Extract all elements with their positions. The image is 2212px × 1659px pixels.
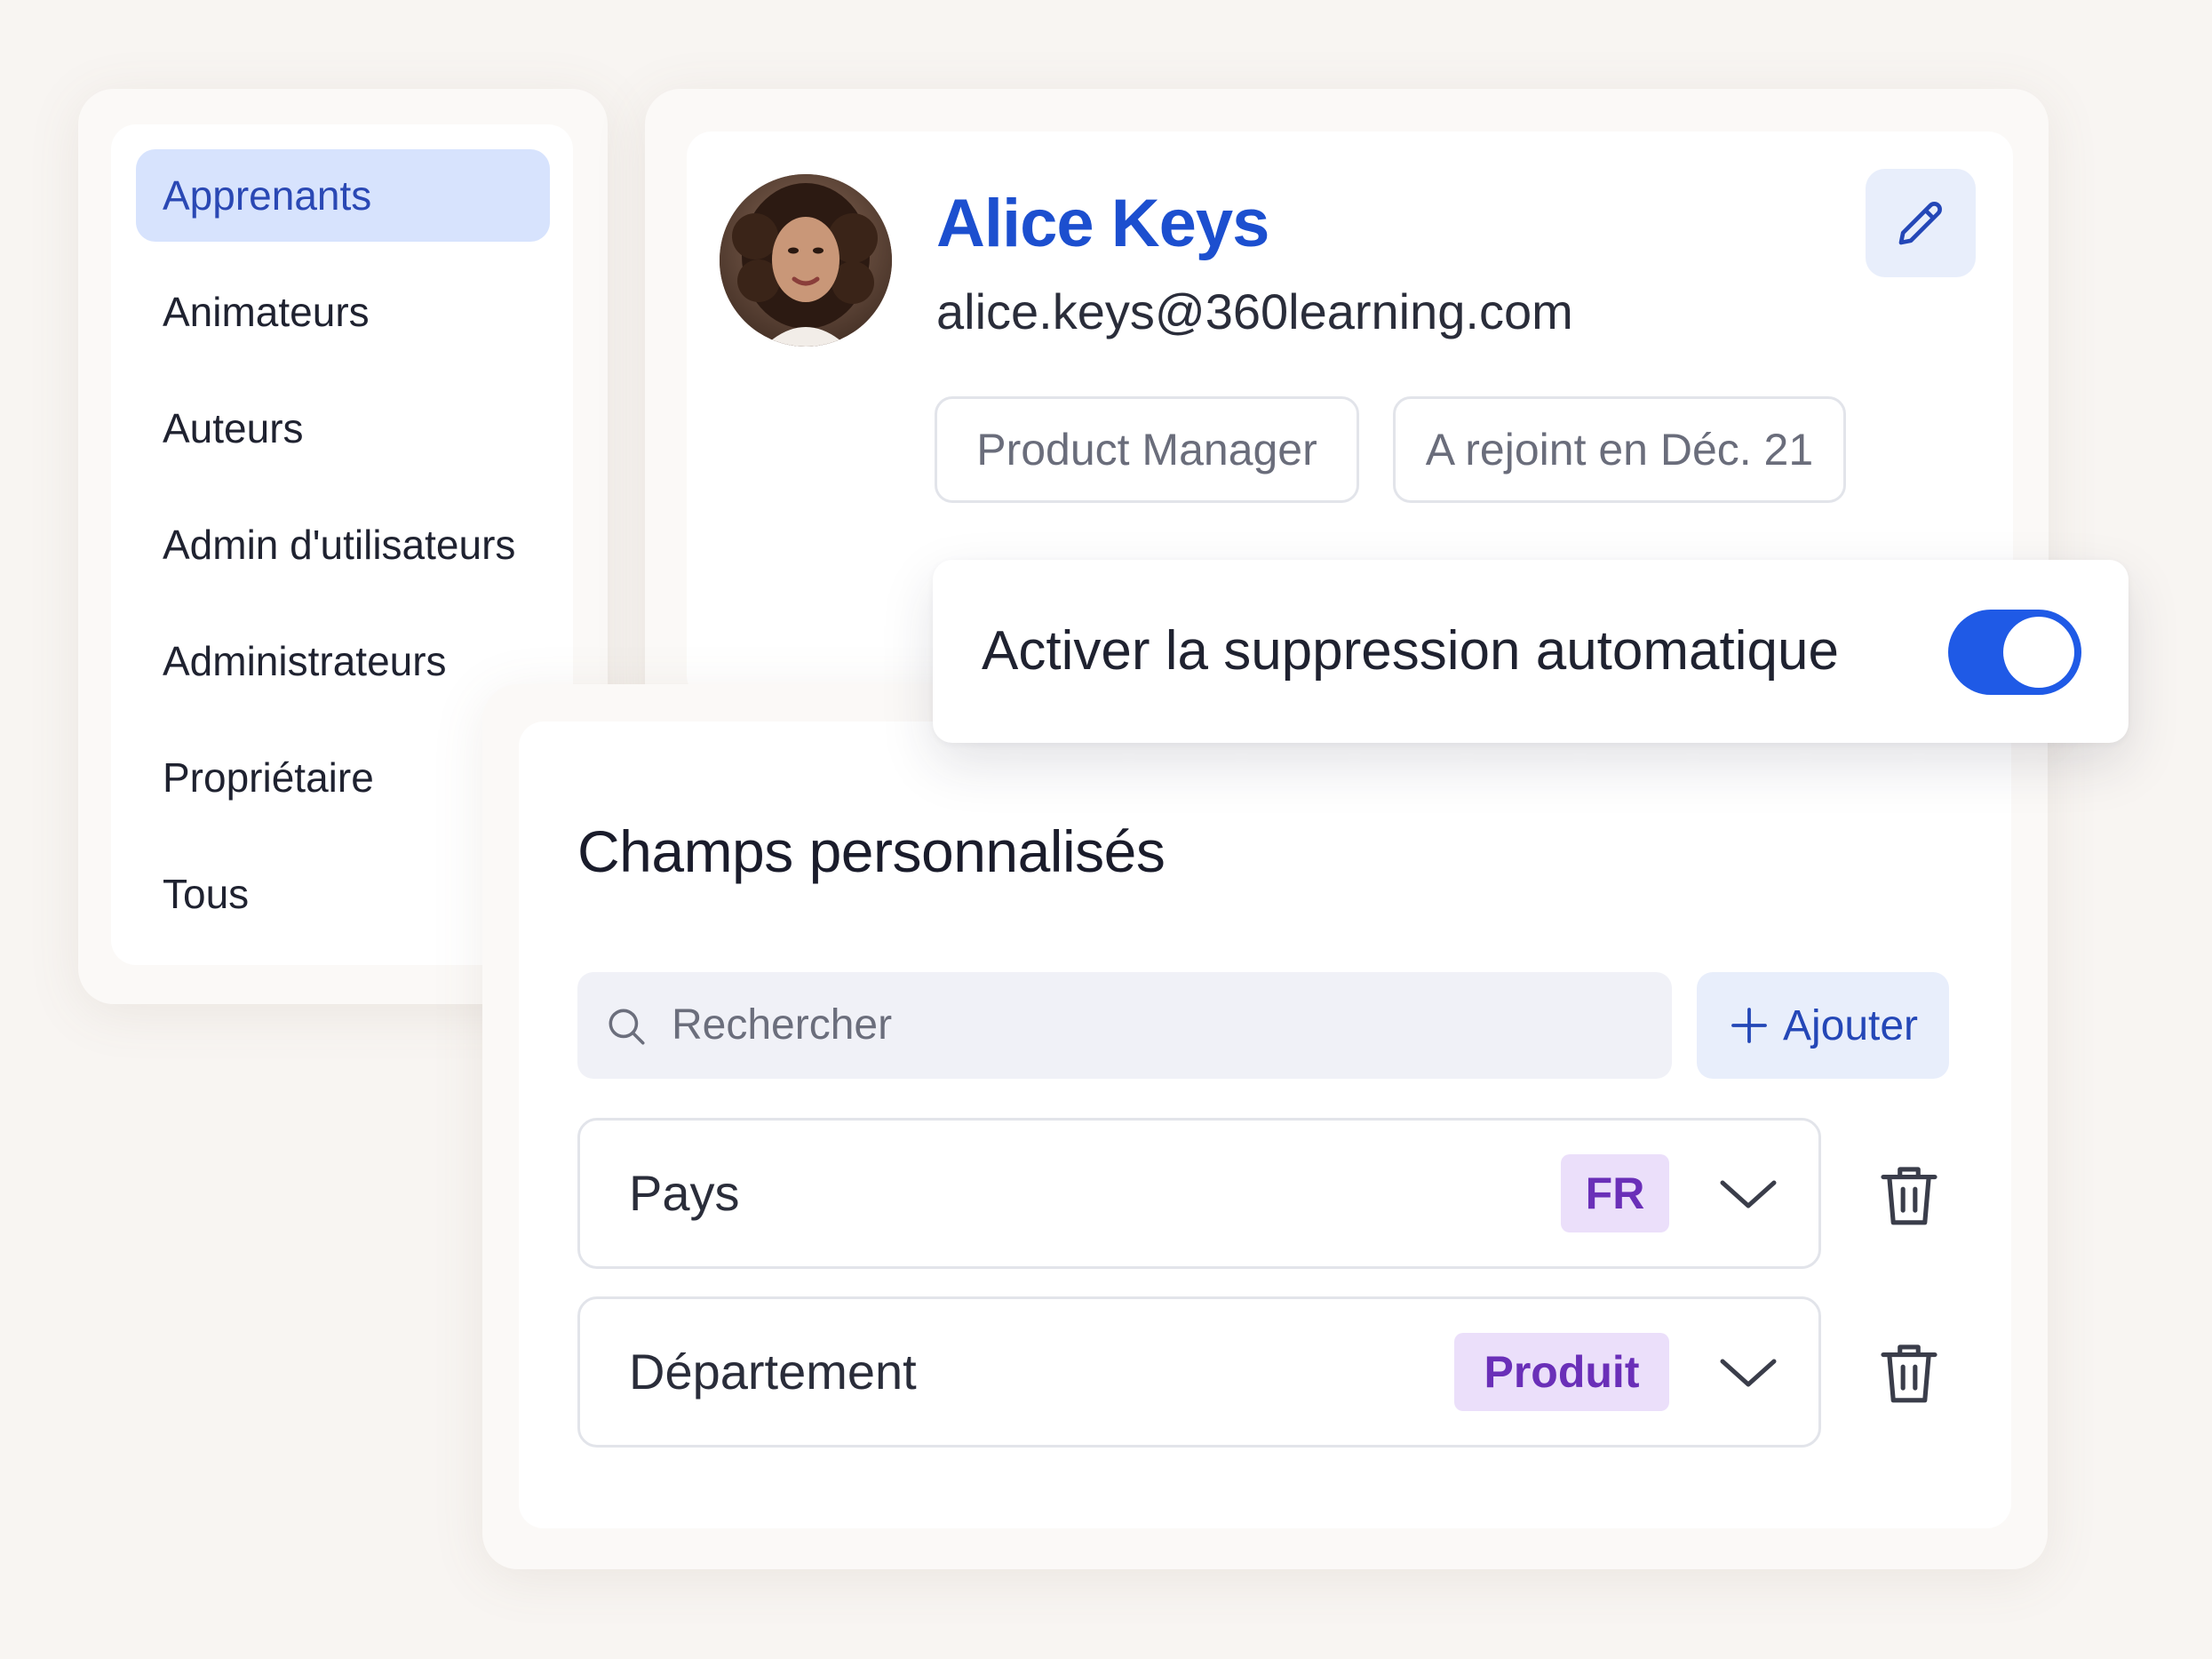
- field-label-departement: Département: [629, 1344, 917, 1400]
- avatar: [720, 174, 892, 347]
- pencil-icon: [1898, 202, 1942, 245]
- sidebar-item-admin-utilisateurs[interactable]: Admin d'utilisateurs: [136, 498, 550, 591]
- chevron-down-icon[interactable]: [1717, 1345, 1779, 1399]
- chevron-down-icon[interactable]: [1717, 1167, 1779, 1220]
- sidebar-item-animateurs[interactable]: Animateurs: [136, 266, 550, 358]
- toggle-knob: [2003, 617, 2074, 688]
- user-name: Alice Keys: [936, 186, 1269, 261]
- plus-icon: [1731, 1008, 1767, 1043]
- user-email: alice.keys@360learning.com: [936, 283, 1573, 339]
- trash-icon[interactable]: [1873, 1159, 1945, 1232]
- sidebar-item-administrateurs[interactable]: Administrateurs: [136, 615, 550, 707]
- edit-profile-button[interactable]: [1866, 169, 1976, 277]
- search-icon: [609, 1009, 645, 1045]
- custom-field-row-departement[interactable]: Département Produit: [577, 1296, 1821, 1448]
- auto-delete-toggle[interactable]: [1948, 610, 2081, 695]
- auto-delete-label: Activer la suppression automatique: [982, 620, 1839, 682]
- search-placeholder: Rechercher: [672, 1001, 893, 1049]
- sidebar-item-apprenants[interactable]: Apprenants: [136, 149, 550, 242]
- custom-fields-title: Champs personnalisés: [577, 818, 1166, 884]
- trash-icon[interactable]: [1873, 1336, 1945, 1409]
- field-value-badge-departement: Produit: [1454, 1333, 1669, 1411]
- role-tag: Product Manager: [935, 396, 1359, 503]
- auto-delete-card: Activer la suppression automatique: [933, 560, 2128, 743]
- sidebar-item-auteurs[interactable]: Auteurs: [136, 382, 550, 475]
- joined-date-tag: A rejoint en Déc. 21: [1393, 396, 1846, 503]
- field-label-pays: Pays: [629, 1165, 740, 1221]
- field-value-badge-pays: FR: [1561, 1154, 1669, 1232]
- search-input[interactable]: Rechercher: [577, 972, 1672, 1079]
- add-field-label: Ajouter: [1782, 1001, 1919, 1049]
- custom-field-row-pays[interactable]: Pays FR: [577, 1118, 1821, 1269]
- add-field-button[interactable]: Ajouter: [1697, 972, 1949, 1079]
